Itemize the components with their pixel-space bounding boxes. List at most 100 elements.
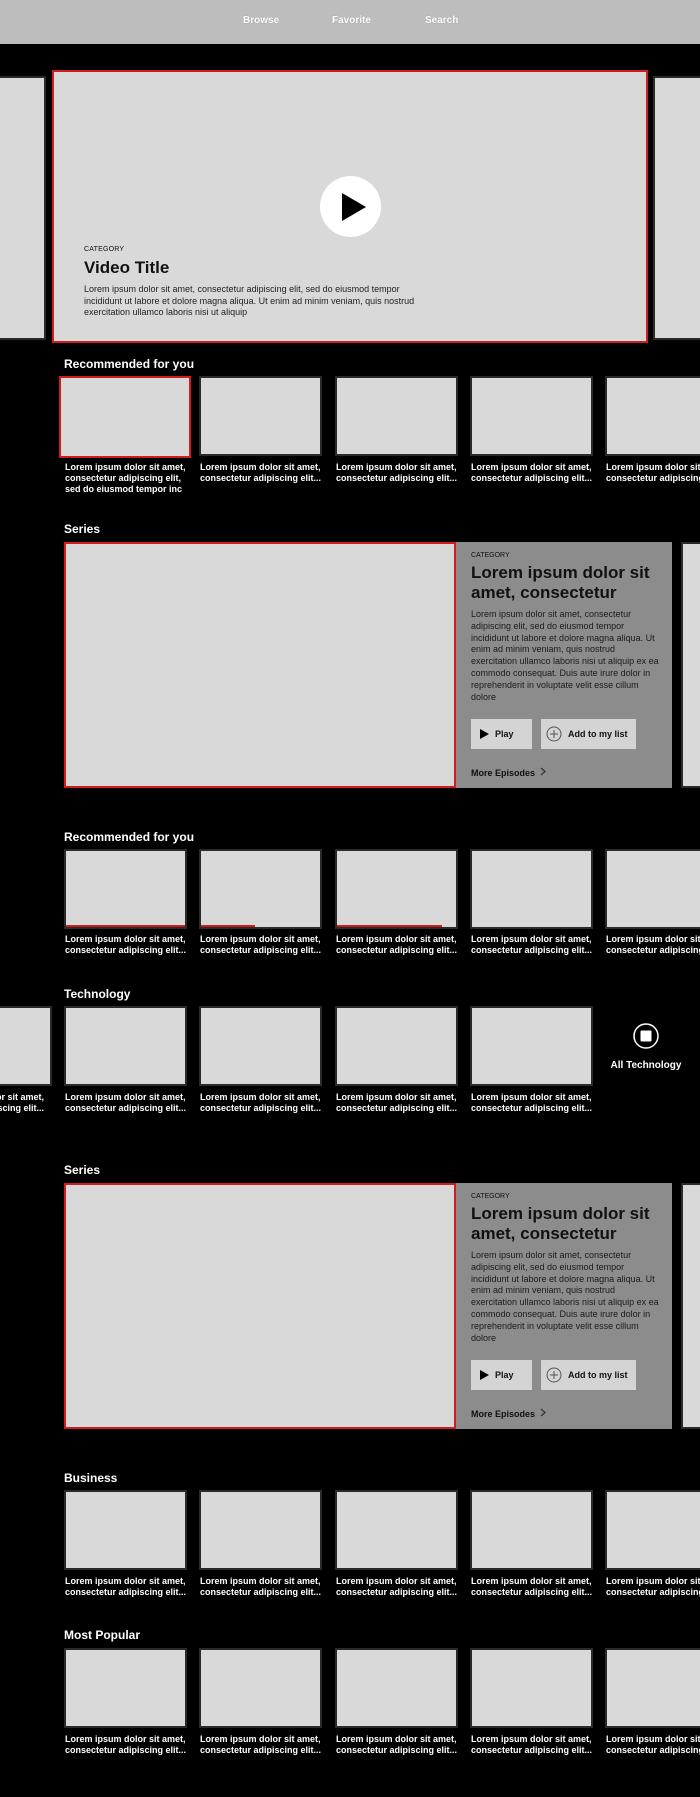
series-description: Lorem ipsum dolor sit amet, consectetur …: [471, 609, 659, 702]
hero-next-slide[interactable]: [653, 76, 700, 340]
video-tile[interactable]: [199, 376, 322, 456]
video-tile[interactable]: [199, 849, 322, 929]
section-title-series: Series: [64, 1163, 101, 1177]
video-caption: Lorem ipsum dolor sit amet, consectetur …: [471, 1576, 593, 1597]
video-tile[interactable]: [64, 1006, 187, 1086]
add-to-list-button[interactable]: Add to my list: [541, 1360, 636, 1390]
video-caption: Lorem ipsum dolor sit amet, consectetur …: [336, 1092, 458, 1113]
more-episodes-link[interactable]: More Episodes: [471, 1408, 548, 1419]
hero-prev-slide[interactable]: [0, 76, 46, 340]
video-caption: Lorem ipsum dolor sit amet, consectetur …: [606, 934, 700, 955]
series-title: Lorem ipsum dolor sit amet, consectetur: [471, 563, 650, 602]
video-tile[interactable]: [335, 1006, 458, 1086]
more-episodes-label: More Episodes: [471, 768, 536, 778]
video-caption: Lorem ipsum dolor sit amet, consectetur …: [336, 934, 458, 955]
watch-progress-bar: [201, 925, 255, 927]
video-caption: Lorem ipsum dolor sit amet, consectetur …: [336, 1734, 458, 1755]
chevron-right-icon: [540, 767, 546, 776]
video-caption: Lorem ipsum dolor sit amet, consectetur …: [200, 1734, 322, 1755]
video-tile[interactable]: [605, 1490, 700, 1570]
video-caption: Lorem ipsum dolor sit amet, consectetur …: [606, 462, 700, 483]
plus-circle-icon: [546, 1367, 562, 1383]
play-icon: [342, 193, 366, 221]
series-play-label: Play: [495, 729, 514, 739]
video-tile[interactable]: [470, 1648, 593, 1728]
series-next-card[interactable]: [681, 1183, 700, 1429]
video-caption-clip: Lorem ipsum dolor sit amet, consectetur …: [0, 1092, 44, 1116]
video-tile[interactable]: [0, 1006, 52, 1086]
video-caption: Lorem ipsum dolor sit amet, consectetur …: [200, 1576, 322, 1597]
add-to-list-label: Add to my list: [568, 1370, 628, 1380]
video-caption: Lorem ipsum dolor sit amet, consectetur …: [471, 1734, 593, 1755]
section-title-recommended: Recommended for you: [64, 830, 195, 844]
hero-description: Lorem ipsum dolor sit amet, consectetur …: [84, 284, 415, 317]
section-title-most-popular: Most Popular: [64, 1628, 141, 1642]
section-title-business: Business: [64, 1471, 118, 1485]
video-tile[interactable]: [335, 1490, 458, 1570]
section-title-recommended: Recommended for you: [64, 357, 195, 371]
video-tile[interactable]: [470, 849, 593, 929]
series-category: CATEGORY: [471, 1193, 510, 1200]
video-caption: Lorem ipsum dolor sit amet, consectetur …: [65, 1734, 187, 1755]
video-caption: Lorem ipsum dolor sit amet, consectetur …: [336, 462, 458, 483]
series-category: CATEGORY: [471, 552, 510, 559]
video-caption: Lorem ipsum dolor sit amet, consectetur …: [606, 1734, 700, 1755]
play-icon: [480, 1370, 489, 1380]
video-tile[interactable]: [64, 849, 187, 929]
series-next-card[interactable]: [681, 542, 700, 788]
watch-progress-bar: [337, 925, 442, 927]
hero-category: CATEGORY: [84, 246, 125, 253]
video-caption: Lorem ipsum dolor sit amet, consectetur …: [606, 1576, 700, 1597]
video-caption: Lorem ipsum dolor sit amet, consectetur …: [65, 934, 187, 955]
video-caption: Lorem ipsum dolor sit amet, consectetur …: [200, 934, 322, 955]
plus-circle-icon: [546, 726, 562, 742]
video-tile[interactable]: [335, 849, 458, 929]
series-video[interactable]: [64, 1183, 456, 1429]
add-to-list-label: Add to my list: [568, 729, 628, 739]
video-caption: Lorem ipsum dolor sit amet, consectetur …: [200, 1092, 322, 1113]
video-caption: Lorem ipsum dolor sit amet, consectetur …: [336, 1576, 458, 1597]
video-tile[interactable]: [199, 1648, 322, 1728]
video-tile[interactable]: [335, 1648, 458, 1728]
video-tile[interactable]: [605, 849, 700, 929]
series-description: Lorem ipsum dolor sit amet, consectetur …: [471, 1250, 659, 1343]
video-tile[interactable]: [605, 1648, 700, 1728]
series-video[interactable]: [64, 542, 456, 788]
series-play-label: Play: [495, 1370, 514, 1380]
more-episodes-label: More Episodes: [471, 1409, 536, 1419]
video-tile[interactable]: [199, 1006, 322, 1086]
video-tile[interactable]: [199, 1490, 322, 1570]
nav-favorite[interactable]: Favorite: [332, 15, 371, 26]
more-episodes-link[interactable]: More Episodes: [471, 767, 548, 778]
video-tile[interactable]: [605, 376, 700, 456]
video-caption: Lorem ipsum dolor sit amet, consectetur …: [0, 1092, 44, 1113]
all-technology-label: All Technology: [610, 1060, 682, 1071]
video-tile[interactable]: [470, 1490, 593, 1570]
nav-browse[interactable]: Browse: [243, 15, 279, 26]
video-tile[interactable]: [335, 376, 458, 456]
stop-square-icon: [633, 1023, 659, 1049]
watch-progress-bar: [66, 925, 185, 927]
video-caption: Lorem ipsum dolor sit amet, consectetur …: [65, 1092, 187, 1113]
hero-title: Video Title: [84, 258, 170, 277]
video-tile[interactable]: [64, 1648, 187, 1728]
series-play-button[interactable]: Play: [471, 719, 532, 749]
hero-play-button[interactable]: [320, 176, 381, 237]
video-caption: Lorem ipsum dolor sit amet, consectetur …: [200, 462, 322, 483]
video-tile[interactable]: [470, 1006, 593, 1086]
chevron-right-icon: [540, 1408, 546, 1417]
video-caption: Lorem ipsum dolor sit amet, consectetur …: [471, 934, 593, 955]
nav-search[interactable]: Search: [425, 15, 458, 26]
video-caption: Lorem ipsum dolor sit amet, consectetur …: [471, 1092, 593, 1113]
video-caption: Lorem ipsum dolor sit amet, consectetur …: [471, 462, 593, 483]
video-tile[interactable]: [59, 376, 191, 458]
all-technology-button[interactable]: All Technology: [603, 1022, 689, 1071]
video-tile[interactable]: [64, 1490, 187, 1570]
series-play-button[interactable]: Play: [471, 1360, 532, 1390]
video-caption: Lorem ipsum dolor sit amet, consectetur …: [65, 462, 186, 494]
video-tile[interactable]: [470, 376, 593, 456]
play-icon: [480, 729, 489, 739]
add-to-list-button[interactable]: Add to my list: [541, 719, 636, 749]
section-title-technology: Technology: [64, 987, 131, 1001]
section-title-series: Series: [64, 522, 101, 536]
